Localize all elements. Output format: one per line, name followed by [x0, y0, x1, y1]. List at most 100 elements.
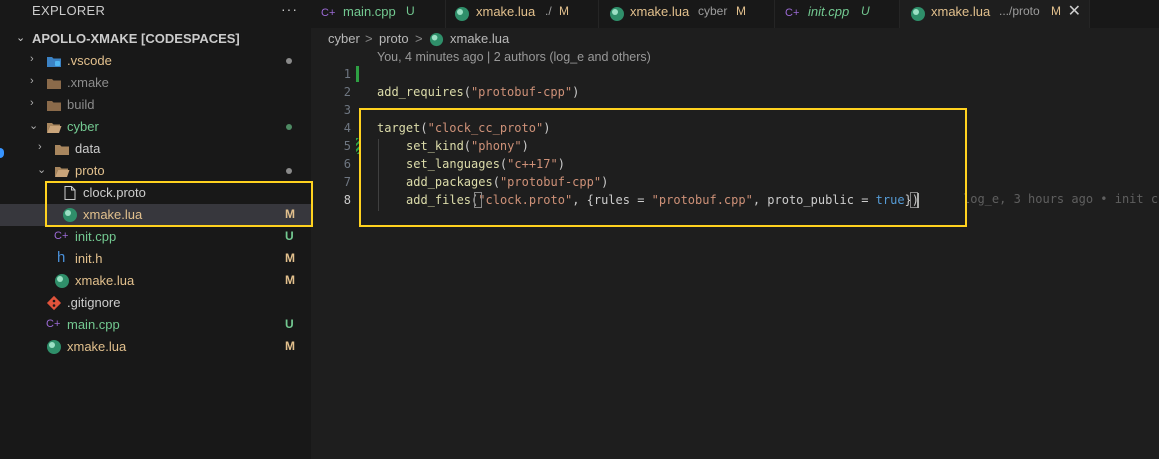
untracked-dot-icon [286, 124, 292, 130]
code-line-2[interactable]: add_requires("protobuf-cpp") [377, 85, 579, 99]
lua-file-icon [610, 7, 624, 21]
tree-item-root-xmake-lua[interactable]: xmake.lua M [0, 336, 311, 358]
line-number: 3 [343, 103, 351, 117]
git-status-badge: M [285, 339, 295, 353]
folder-open-icon [47, 123, 62, 133]
highlight-annotation-box [45, 181, 313, 227]
added-line-marker [356, 66, 359, 82]
explorer-title: EXPLORER [32, 3, 106, 18]
modified-dot-icon [286, 58, 292, 64]
code-token: "protobuf-cpp" [470, 85, 573, 99]
git-status-badge: M [285, 251, 295, 265]
tab-root-xmake-lua[interactable]: xmake.lua ./ M [446, 0, 599, 28]
tree-item-init-cpp[interactable]: C+ init.cpp U [0, 226, 311, 248]
git-blame-header[interactable]: You, 4 minutes ago | 2 authors (log_e an… [377, 50, 651, 64]
line-number: 5 [343, 139, 351, 153]
code-highlight-annotation-box [359, 108, 967, 227]
line-number: 6 [343, 157, 351, 171]
lua-file-icon [911, 7, 925, 21]
tree-item-label: init.h [75, 251, 103, 266]
code-token: add_requires [377, 85, 464, 99]
close-icon[interactable]: ✕ [1068, 1, 1081, 21]
cpp-file-icon: C+ [321, 7, 336, 19]
chevron-down-icon: ⌄ [29, 120, 39, 132]
tree-item-cyber[interactable]: ⌄ cyber [0, 116, 311, 138]
tree-item-label: data [75, 141, 101, 156]
chevron-right-icon: › [38, 141, 42, 153]
workspace-root[interactable]: ⌄ APOLLO-XMAKE [CODESPACES] [0, 30, 311, 48]
tree-item-data[interactable]: › data [0, 138, 311, 160]
lua-file-icon [455, 7, 469, 21]
folder-open-icon [55, 167, 70, 177]
tab-description: cyber [698, 4, 728, 18]
tab-name: xmake.lua [476, 4, 536, 19]
git-status-badge: U [285, 317, 294, 331]
inline-git-blame[interactable]: log_e, 3 hours ago • init c [963, 192, 1158, 206]
breadcrumb-separator-icon: > [365, 31, 373, 46]
editor-tab-bar: C+ main.cpp U xmake.lua ./ M xmake.lua c… [311, 0, 1159, 28]
tab-init-cpp[interactable]: C+ init.cpp U [775, 0, 900, 28]
tab-cyber-xmake-lua[interactable]: xmake.lua cyber M [599, 0, 775, 28]
cpp-file-icon: C+ [46, 318, 61, 330]
tree-item-build[interactable]: › build [0, 94, 311, 116]
chevron-right-icon: › [30, 75, 34, 87]
breadcrumb-file[interactable]: xmake.lua [450, 31, 509, 46]
folder-icon [47, 101, 61, 111]
tree-item-label: init.cpp [75, 229, 117, 244]
tab-description: ./ [545, 4, 552, 18]
explorer-sidebar: EXPLORER ··· ⌄ APOLLO-XMAKE [CODESPACES]… [0, 0, 313, 459]
cpp-file-icon: C+ [785, 7, 800, 19]
tree-item-vscode[interactable]: › .vscode [0, 50, 311, 72]
tab-main-cpp[interactable]: C+ main.cpp U [311, 0, 446, 28]
code-token: ( [463, 85, 471, 99]
code-token: ) [572, 85, 580, 99]
tree-item-label: proto [75, 163, 105, 178]
tree-item-init-h[interactable]: h init.h M [0, 248, 311, 270]
lua-file-icon [429, 32, 444, 47]
tree-item-main-cpp[interactable]: C+ main.cpp U [0, 314, 311, 336]
chevron-right-icon: › [30, 97, 34, 109]
git-icon [46, 295, 62, 311]
folder-icon [47, 79, 61, 89]
breadcrumb-cyber[interactable]: cyber [328, 31, 360, 46]
modified-dot-icon [286, 168, 292, 174]
tab-status: M [559, 4, 569, 18]
tree-item-label: .vscode [67, 53, 112, 68]
line-number: 1 [343, 67, 351, 81]
line-number: 7 [343, 175, 351, 189]
chevron-right-icon: › [30, 53, 34, 65]
header-file-icon: h [57, 249, 66, 266]
git-status-badge: U [285, 229, 294, 243]
tree-item-label: xmake.lua [75, 273, 135, 288]
breadcrumb-proto[interactable]: proto [379, 31, 409, 46]
cpp-file-icon: C+ [54, 230, 69, 242]
tab-status: M [1051, 4, 1061, 18]
line-number: 2 [343, 85, 351, 99]
lua-file-icon [47, 340, 61, 354]
tree-item-proto[interactable]: ⌄ proto [0, 160, 311, 182]
tab-name: xmake.lua [630, 4, 690, 19]
tab-status: U [861, 4, 870, 18]
tab-name: main.cpp [343, 4, 396, 19]
tab-status: M [736, 4, 746, 18]
tree-item-label: build [67, 97, 95, 112]
tree-item-label: xmake.lua [67, 339, 127, 354]
tree-item-gitignore[interactable]: .gitignore [0, 292, 311, 314]
chevron-down-icon: ⌄ [37, 164, 47, 176]
tree-item-cyber-xmake-lua[interactable]: xmake.lua M [0, 270, 311, 292]
chevron-down-icon: ⌄ [16, 32, 26, 44]
line-number: 4 [343, 121, 351, 135]
tab-status: U [406, 4, 415, 18]
tree-item-label: .gitignore [67, 295, 121, 310]
breadcrumb-separator-icon: > [415, 31, 423, 46]
workspace-root-label: APOLLO-XMAKE [CODESPACES] [32, 31, 240, 46]
git-status-badge: M [285, 273, 295, 287]
tree-item-label: main.cpp [67, 317, 120, 332]
lua-file-icon [55, 274, 69, 288]
tree-item-xmake-folder[interactable]: › .xmake [0, 72, 311, 94]
tab-name: xmake.lua [931, 4, 991, 19]
more-actions-icon[interactable]: ··· [281, 1, 298, 17]
tab-name: init.cpp [808, 4, 850, 19]
tab-proto-xmake-lua[interactable]: xmake.lua .../proto M ✕ [900, 0, 1090, 28]
folder-icon [55, 145, 69, 155]
